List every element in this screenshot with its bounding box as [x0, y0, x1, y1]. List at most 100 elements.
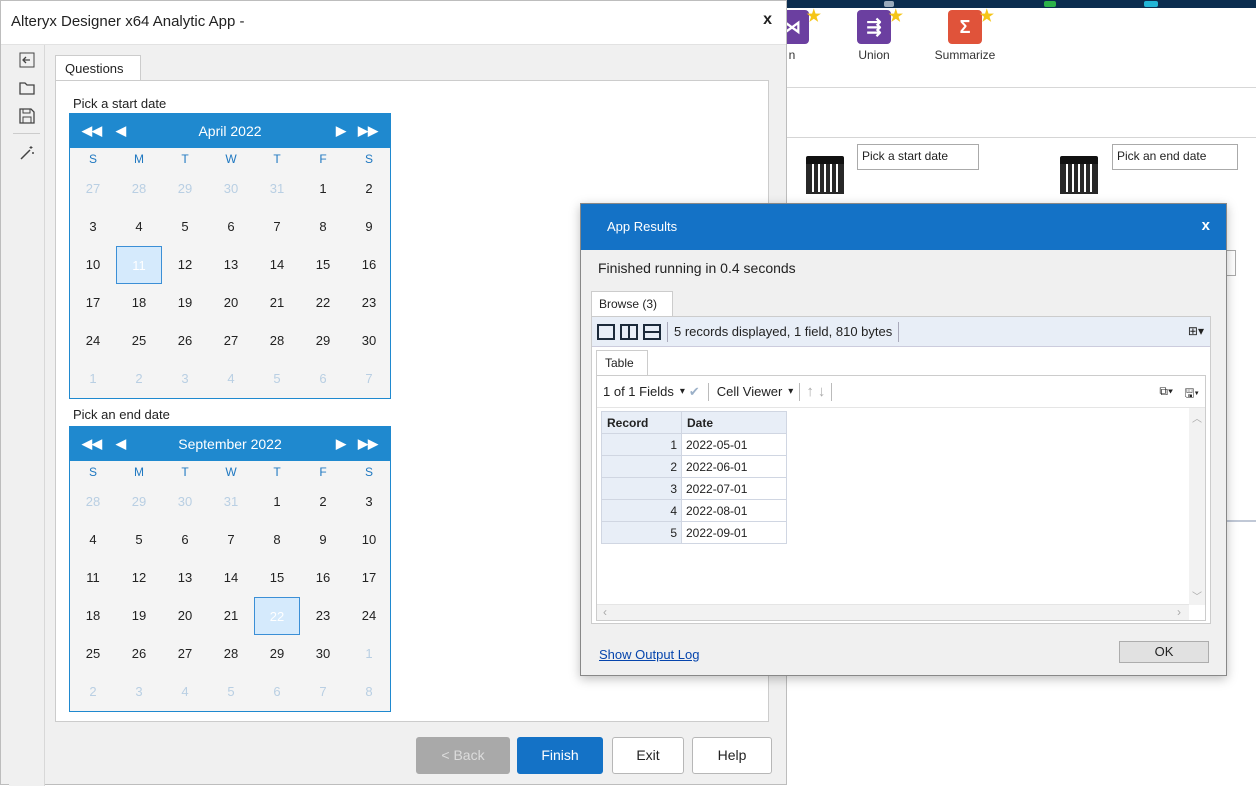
date-cell[interactable]: 2022-05-01	[681, 433, 787, 456]
calendar-day[interactable]: 30	[162, 483, 208, 521]
calendar-day[interactable]: 31	[254, 170, 300, 208]
date-cell[interactable]: 2022-06-01	[681, 455, 787, 478]
calendar-day[interactable]: 3	[162, 360, 208, 398]
calendar-day[interactable]: 29	[300, 322, 346, 360]
calendar-day[interactable]: 25	[116, 322, 162, 360]
record-number-cell[interactable]: 4	[601, 499, 682, 522]
tab-table[interactable]: Table	[596, 350, 648, 376]
check-icon[interactable]: ✔	[689, 384, 700, 400]
tab-browse[interactable]: Browse (3)	[591, 291, 673, 317]
calendar-day[interactable]: 17	[346, 559, 392, 597]
prev-month-icon[interactable]: ◀	[116, 123, 126, 139]
save-icon[interactable]	[15, 105, 39, 127]
single-pane-icon[interactable]	[597, 323, 615, 340]
finish-button[interactable]: Finish	[517, 737, 603, 774]
calendar-day[interactable]: 12	[162, 246, 208, 284]
calendar-day[interactable]: 25	[70, 635, 116, 673]
calendar-day[interactable]: 16	[300, 559, 346, 597]
calendar-day[interactable]: 11	[116, 246, 162, 284]
calendar-day[interactable]: 30	[300, 635, 346, 673]
calendar-day[interactable]: 4	[116, 208, 162, 246]
calendar-day[interactable]: 15	[300, 246, 346, 284]
calendar-day[interactable]: 7	[300, 673, 346, 711]
calendar-day[interactable]: 30	[346, 322, 392, 360]
next-month-icon[interactable]: ▶	[336, 123, 346, 139]
date-tool-icon[interactable]	[806, 156, 844, 202]
calendar-day[interactable]: 30	[208, 170, 254, 208]
back-button[interactable]: < Back	[416, 737, 510, 774]
calendar-day[interactable]: 19	[162, 284, 208, 322]
calendar-day[interactable]: 15	[254, 559, 300, 597]
arrow-down-icon[interactable]: ↓	[818, 383, 826, 400]
tool-union[interactable]: ⇶ ★ Union	[834, 8, 914, 62]
vertical-scrollbar[interactable]: ︿ ﹀	[1189, 408, 1205, 605]
calendar-day[interactable]: 1	[346, 635, 392, 673]
calendar-day[interactable]: 29	[162, 170, 208, 208]
ok-button[interactable]: OK	[1119, 641, 1209, 663]
calendar-day[interactable]: 11	[70, 559, 116, 597]
first-month-icon[interactable]: ◀◀	[82, 436, 102, 452]
fields-selector[interactable]: 1 of 1 Fields	[603, 384, 674, 399]
close-icon[interactable]: x	[763, 11, 772, 29]
calendar-day[interactable]: 5	[208, 673, 254, 711]
close-icon[interactable]: x	[1202, 217, 1210, 234]
calendar-day[interactable]: 31	[208, 483, 254, 521]
arrow-up-icon[interactable]: ↑	[806, 383, 814, 400]
calendar-day[interactable]: 2	[300, 483, 346, 521]
date-cell[interactable]: 2022-07-01	[681, 477, 787, 500]
calendar-day[interactable]: 10	[346, 521, 392, 559]
calendar-day[interactable]: 20	[208, 284, 254, 322]
calendar-day[interactable]: 23	[346, 284, 392, 322]
calendar-day[interactable]: 1	[254, 483, 300, 521]
calendar-day[interactable]: 7	[208, 521, 254, 559]
calendar-day[interactable]: 24	[70, 322, 116, 360]
table-row[interactable]: 3 2022-07-01	[601, 477, 787, 500]
calendar-day[interactable]: 29	[116, 483, 162, 521]
split-horizontal-icon[interactable]	[643, 323, 661, 340]
calendar-day[interactable]: 3	[116, 673, 162, 711]
calendar-day[interactable]: 27	[70, 170, 116, 208]
back-arrow-icon[interactable]	[15, 49, 39, 71]
calendar-day[interactable]: 5	[254, 360, 300, 398]
calendar-day[interactable]: 17	[70, 284, 116, 322]
calendar-day[interactable]: 7	[346, 360, 392, 398]
calendar-day[interactable]: 2	[346, 170, 392, 208]
calendar-day[interactable]: 21	[208, 597, 254, 635]
calendar-day[interactable]: 19	[116, 597, 162, 635]
next-month-icon[interactable]: ▶	[336, 436, 346, 452]
calendar-day[interactable]: 4	[208, 360, 254, 398]
calendar-day[interactable]: 6	[254, 673, 300, 711]
calendar-day[interactable]: 10	[70, 246, 116, 284]
calendar-day[interactable]: 8	[346, 673, 392, 711]
calendar-day[interactable]: 18	[70, 597, 116, 635]
calendar-day[interactable]: 6	[162, 521, 208, 559]
calendar-day[interactable]: 7	[254, 208, 300, 246]
folder-icon[interactable]	[15, 77, 39, 99]
calendar-day[interactable]: 20	[162, 597, 208, 635]
calendar-day[interactable]: 4	[162, 673, 208, 711]
expand-options-icon[interactable]: ⊞▾	[1188, 324, 1204, 338]
tab-questions[interactable]: Questions	[55, 55, 141, 81]
calendar-day[interactable]: 5	[162, 208, 208, 246]
calendar-day[interactable]: 1	[70, 360, 116, 398]
calendar-day[interactable]: 22	[300, 284, 346, 322]
canvas-end-date-box[interactable]: Pick an end date	[1112, 144, 1238, 170]
calendar-day[interactable]: 13	[208, 246, 254, 284]
calendar-day[interactable]: 4	[70, 521, 116, 559]
calendar-day[interactable]: 1	[300, 170, 346, 208]
first-month-icon[interactable]: ◀◀	[82, 123, 102, 139]
calendar-day[interactable]: 14	[208, 559, 254, 597]
column-header[interactable]: Date	[681, 411, 787, 434]
calendar-day[interactable]: 3	[70, 208, 116, 246]
horizontal-scrollbar[interactable]: ‹ ›	[597, 604, 1189, 620]
show-output-log-link[interactable]: Show Output Log	[599, 647, 699, 662]
date-cell[interactable]: 2022-08-01	[681, 499, 787, 522]
date-cell[interactable]: 2022-09-01	[681, 521, 787, 544]
table-row[interactable]: 2 2022-06-01	[601, 455, 787, 478]
calendar-day[interactable]: 29	[254, 635, 300, 673]
calendar-day[interactable]: 27	[162, 635, 208, 673]
calendar-day[interactable]: 28	[208, 635, 254, 673]
calendar-day[interactable]: 6	[208, 208, 254, 246]
table-row[interactable]: 5 2022-09-01	[601, 521, 787, 544]
calendar-day[interactable]: 22	[254, 597, 300, 635]
